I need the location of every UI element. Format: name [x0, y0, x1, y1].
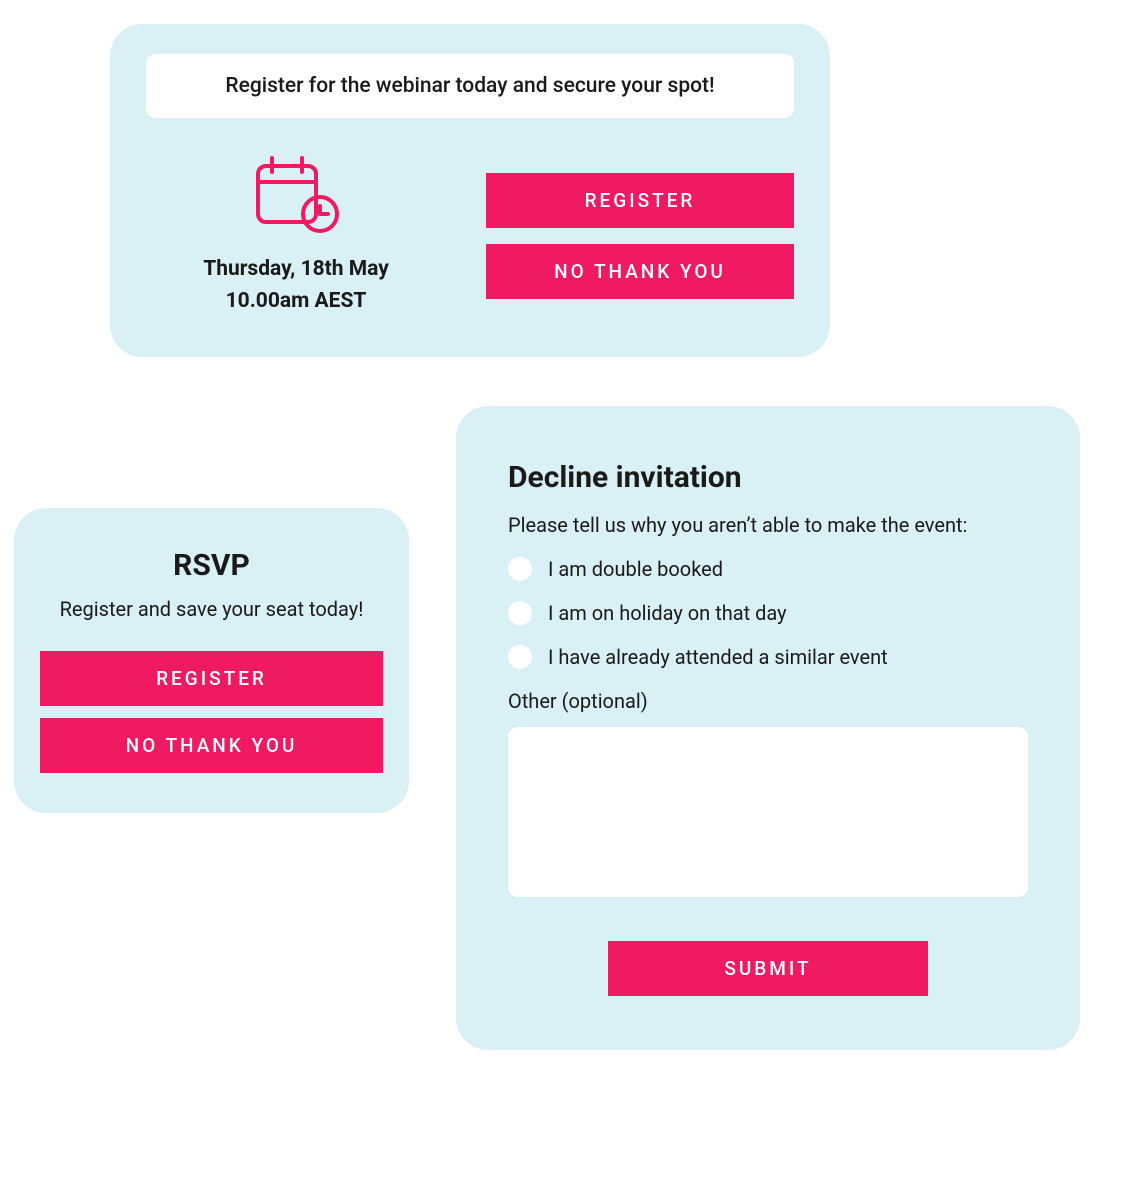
other-textarea[interactable]	[508, 727, 1028, 897]
webinar-row: Thursday, 18th May 10.00am AEST REGISTER…	[146, 154, 794, 317]
no-thank-you-button[interactable]: NO THANK YOU	[40, 718, 383, 773]
decline-option-label: I have already attended a similar event	[548, 645, 888, 669]
calendar-clock-icon	[146, 154, 446, 236]
register-button[interactable]: REGISTER	[40, 651, 383, 706]
decline-option-0[interactable]: I am double booked	[508, 557, 1028, 581]
submit-wrap: SUBMIT	[508, 941, 1028, 996]
decline-option-label: I am on holiday on that day	[548, 601, 787, 625]
decline-card: Decline invitation Please tell us why yo…	[456, 406, 1080, 1050]
decline-option-2[interactable]: I have already attended a similar event	[508, 645, 1028, 669]
decline-option-1[interactable]: I am on holiday on that day	[508, 601, 1028, 625]
rsvp-card: RSVP Register and save your seat today! …	[14, 508, 409, 813]
decline-subtitle: Please tell us why you aren’t able to ma…	[508, 513, 1028, 537]
radio-icon	[508, 645, 532, 669]
date-column: Thursday, 18th May 10.00am AEST	[146, 154, 446, 317]
decline-option-label: I am double booked	[548, 557, 723, 581]
decline-title: Decline invitation	[508, 460, 1028, 495]
rsvp-subtitle: Register and save your seat today!	[40, 597, 383, 621]
submit-button[interactable]: SUBMIT	[608, 941, 928, 996]
rsvp-title: RSVP	[40, 548, 383, 583]
other-label: Other (optional)	[508, 689, 1028, 713]
webinar-banner: Register for the webinar today and secur…	[146, 54, 794, 118]
radio-icon	[508, 601, 532, 625]
register-button[interactable]: REGISTER	[486, 173, 794, 228]
radio-icon	[508, 557, 532, 581]
webinar-register-card: Register for the webinar today and secur…	[110, 24, 830, 357]
event-date: Thursday, 18th May	[146, 254, 446, 286]
event-time: 10.00am AEST	[146, 286, 446, 318]
webinar-button-column: REGISTER NO THANK YOU	[486, 173, 794, 299]
no-thank-you-button[interactable]: NO THANK YOU	[486, 244, 794, 299]
